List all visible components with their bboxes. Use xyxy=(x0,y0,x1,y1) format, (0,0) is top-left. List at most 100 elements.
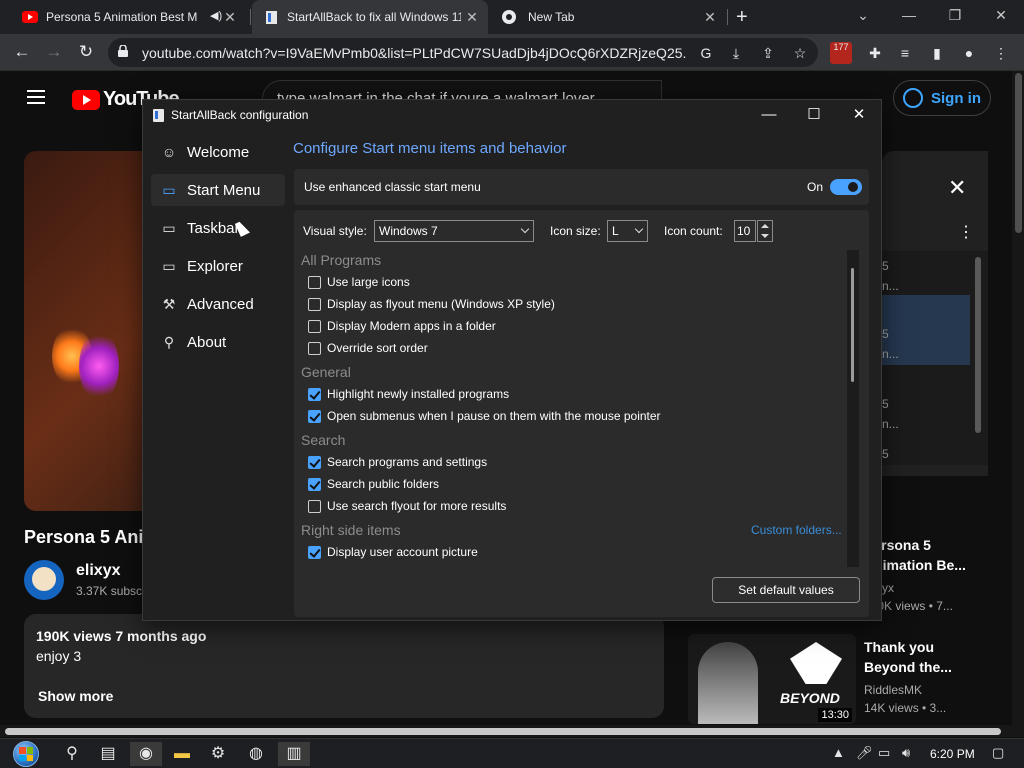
tab-search-icon[interactable]: ⌄ xyxy=(840,0,886,30)
checkbox-search-public-folders[interactable]: Search public folders xyxy=(308,477,439,491)
rec-title[interactable]: Thank you xyxy=(864,639,934,655)
task-view-icon[interactable]: ▤ xyxy=(92,742,124,766)
stepper-up-icon[interactable] xyxy=(761,224,769,228)
checkbox[interactable] xyxy=(308,409,321,423)
channel-name[interactable]: elixyx xyxy=(76,562,120,580)
side-panel-icon[interactable]: ▮ xyxy=(926,42,948,64)
dialog-close-button[interactable]: ✕ xyxy=(836,100,882,130)
checkbox[interactable] xyxy=(308,297,321,311)
checkbox-open-submenus-hover[interactable]: Open submenus when I pause on them with … xyxy=(308,409,661,423)
dialog-titlebar[interactable]: StartAllBack configuration — ☐ ✕ xyxy=(143,100,881,130)
network-icon[interactable]: ▭ xyxy=(878,745,890,761)
page-vertical-scrollbar[interactable] xyxy=(1012,71,1024,725)
options-scrollbar-thumb[interactable] xyxy=(851,268,854,382)
enhanced-menu-toggle[interactable] xyxy=(830,179,862,195)
dialog-minimize-button[interactable]: — xyxy=(746,100,792,130)
checkbox-search-flyout[interactable]: Use search flyout for more results xyxy=(308,499,506,513)
icon-count-stepper[interactable] xyxy=(757,220,773,242)
share-icon[interactable]: ⇪ xyxy=(758,43,778,63)
enhanced-menu-label: Use enhanced classic start menu xyxy=(304,180,481,194)
checkbox-user-account-picture[interactable]: Display user account picture xyxy=(308,545,478,559)
checkbox-override-sort[interactable]: Override sort order xyxy=(308,341,428,355)
volume-icon[interactable]: 🔊︎ xyxy=(902,745,910,761)
tab-new-tab[interactable]: New Tab ✕ xyxy=(488,0,726,34)
extension-badge-icon[interactable]: 177 xyxy=(830,42,852,64)
rec-thumbnail[interactable]: BEYOND 13:30 xyxy=(688,634,856,724)
checkbox[interactable] xyxy=(308,319,321,333)
install-icon[interactable]: ⤓ xyxy=(726,43,746,63)
view-count: 190K views 7 months ago xyxy=(36,628,207,644)
rec-title[interactable]: Beyond the... xyxy=(864,659,952,675)
page-horizontal-scrollbar[interactable] xyxy=(0,725,1024,737)
checkbox-highlight-new-programs[interactable]: Highlight newly installed programs xyxy=(308,387,509,401)
search-icon[interactable]: ⚲ xyxy=(56,742,88,766)
startallback-icon[interactable]: ▥ xyxy=(278,742,310,766)
checkbox-search-programs[interactable]: Search programs and settings xyxy=(308,455,487,469)
close-icon[interactable]: ✕ xyxy=(948,175,966,201)
new-tab-button[interactable]: + xyxy=(736,6,748,29)
extensions-puzzle-icon[interactable]: ✚ xyxy=(864,42,886,64)
speaker-icon[interactable]: ◀) xyxy=(210,9,222,22)
nav-item-start-menu[interactable]: ▭ Start Menu xyxy=(151,174,285,206)
back-arrow-icon[interactable]: ← xyxy=(10,40,34,64)
restore-button[interactable]: ❐ xyxy=(932,0,978,30)
checkbox-modern-apps-folder[interactable]: Display Modern apps in a folder xyxy=(308,319,496,333)
file-explorer-icon[interactable]: ▬ xyxy=(166,742,198,766)
sign-in-button[interactable]: Sign in xyxy=(893,80,991,116)
dialog-maximize-button[interactable]: ☐ xyxy=(791,100,837,130)
checkbox[interactable] xyxy=(308,477,321,491)
forward-arrow-icon[interactable]: → xyxy=(42,40,66,64)
reload-icon[interactable]: ↻ xyxy=(74,40,98,64)
close-tab-icon[interactable]: ✕ xyxy=(464,9,480,25)
icon-size-select[interactable]: L xyxy=(607,220,648,242)
tab-youtube[interactable]: Persona 5 Animation Best M ◀) ✕ xyxy=(8,0,246,34)
checkbox[interactable] xyxy=(308,341,321,355)
obs-icon[interactable]: ◍ xyxy=(240,742,272,766)
visual-style-select[interactable]: Windows 7 xyxy=(374,220,534,242)
chrome-icon[interactable]: ◉ xyxy=(130,742,162,766)
more-options-icon[interactable]: ⋮ xyxy=(958,222,974,242)
tab-startallback[interactable]: StartAllBack to fix all Windows 11 ✕ xyxy=(252,0,488,34)
checkbox-use-large-icons[interactable]: Use large icons xyxy=(308,275,410,289)
nav-item-explorer[interactable]: ▭ Explorer xyxy=(151,250,285,282)
close-tab-icon[interactable]: ✕ xyxy=(222,9,238,25)
tray-overflow-icon[interactable]: ▲ xyxy=(832,745,845,760)
hamburger-menu-icon[interactable] xyxy=(27,90,45,104)
nav-item-advanced[interactable]: ⚒ Advanced xyxy=(151,288,285,320)
description-box[interactable]: 190K views 7 months ago enjoy 3 Show mor… xyxy=(24,614,664,718)
nav-item-taskbar[interactable]: ▭ Taskbar xyxy=(151,212,285,244)
playlist-item-fragment: n... xyxy=(882,417,899,431)
channel-avatar[interactable] xyxy=(24,560,64,600)
bookmark-star-icon[interactable]: ☆ xyxy=(790,43,810,63)
media-controls-icon[interactable]: ≡ xyxy=(894,42,916,64)
start-button[interactable] xyxy=(10,739,42,768)
enhanced-menu-row: Use enhanced classic start menu On xyxy=(294,169,869,205)
stepper-down-icon[interactable] xyxy=(761,234,769,238)
control-panel-icon[interactable]: ⚙ xyxy=(202,742,234,766)
video-frame-light xyxy=(79,331,119,401)
show-more-link[interactable]: Show more xyxy=(38,688,113,704)
checkbox[interactable] xyxy=(308,545,321,559)
checkbox-flyout-menu[interactable]: Display as flyout menu (Windows XP style… xyxy=(308,297,555,311)
minimize-button[interactable]: — xyxy=(886,0,932,30)
notifications-icon[interactable]: ▢ xyxy=(992,745,1004,761)
custom-folders-link[interactable]: Custom folders... xyxy=(751,523,842,537)
nav-item-welcome[interactable]: ☺ Welcome xyxy=(151,136,285,168)
checkbox[interactable] xyxy=(308,387,321,401)
icon-count-input[interactable]: 10 xyxy=(734,220,756,242)
checkbox[interactable] xyxy=(308,275,321,289)
profile-icon[interactable]: ● xyxy=(958,42,980,64)
close-window-button[interactable]: ✕ xyxy=(978,0,1024,30)
checkbox[interactable] xyxy=(308,499,321,513)
close-tab-icon[interactable]: ✕ xyxy=(702,9,718,25)
checkbox[interactable] xyxy=(308,455,321,469)
set-default-values-button[interactable]: Set default values xyxy=(712,577,860,603)
address-bar[interactable]: youtube.com/watch?v=I9VaEMvPmb0&list=PLt… xyxy=(108,38,818,67)
taskbar-clock[interactable]: 6:20 PM xyxy=(930,747,975,761)
checkbox-label: Highlight newly installed programs xyxy=(327,387,510,401)
playlist-scrollbar[interactable] xyxy=(975,257,981,433)
nav-item-about[interactable]: ⚲ About xyxy=(151,326,285,358)
google-icon[interactable]: G xyxy=(696,43,716,63)
microphone-icon[interactable]: 🎤︎ xyxy=(856,745,873,761)
chrome-menu-icon[interactable]: ⋮ xyxy=(990,42,1012,64)
